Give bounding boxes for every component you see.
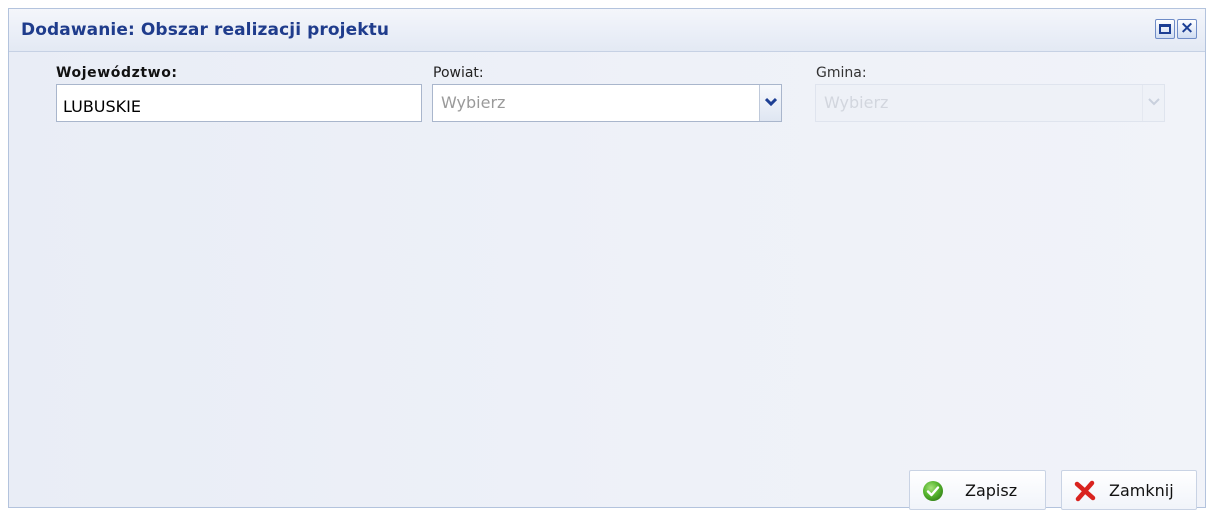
- dialog-titlebar[interactable]: Dodawanie: Obszar realizacji projektu ×: [9, 9, 1205, 52]
- wojewodztwo-label: Województwo:: [56, 65, 178, 81]
- dialog-title: Dodawanie: Obszar realizacji projektu: [21, 20, 390, 40]
- check-icon: [923, 481, 943, 501]
- red-x-icon: [1074, 480, 1096, 502]
- powiat-label: Powiat:: [433, 65, 484, 81]
- gmina-selected-value: Wybierz: [824, 93, 889, 112]
- gmina-label: Gmina:: [816, 65, 867, 81]
- powiat-select[interactable]: Wybierz: [432, 84, 782, 122]
- close-button-label: Zamknij: [1109, 481, 1174, 500]
- save-button[interactable]: Zapisz: [909, 470, 1046, 510]
- close-window-button[interactable]: ×: [1177, 18, 1197, 39]
- maximize-button[interactable]: [1155, 19, 1175, 39]
- close-button[interactable]: Zamknij: [1061, 470, 1197, 510]
- save-button-label: Zapisz: [965, 481, 1018, 500]
- powiat-dropdown-trigger[interactable]: [759, 85, 781, 121]
- gmina-dropdown-trigger[interactable]: [1142, 85, 1164, 121]
- maximize-icon: [1159, 24, 1171, 34]
- powiat-selected-value: Wybierz: [441, 93, 506, 112]
- wojewodztwo-input[interactable]: [56, 84, 422, 122]
- chevron-down-icon: [1148, 98, 1160, 106]
- add-project-area-dialog: Dodawanie: Obszar realizacji projektu × …: [8, 8, 1206, 510]
- gmina-select[interactable]: Wybierz: [815, 84, 1165, 122]
- chevron-down-icon: [765, 97, 777, 107]
- close-icon: ×: [1179, 18, 1195, 38]
